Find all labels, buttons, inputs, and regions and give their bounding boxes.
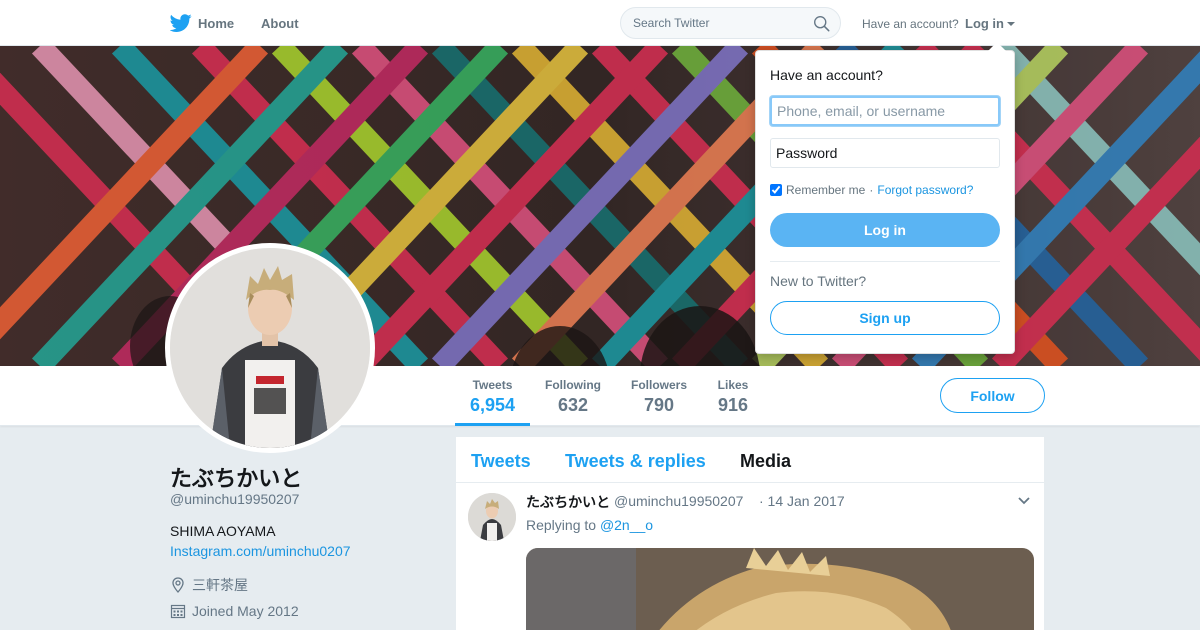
login-button[interactable]: Log in — [770, 213, 1000, 247]
stat-followers-label: Followers — [630, 378, 687, 392]
tweet-media-image[interactable] — [526, 548, 1034, 630]
profile-location-text: 三軒茶屋 — [192, 577, 248, 593]
nav-about-link[interactable]: About — [261, 16, 299, 31]
stat-following[interactable]: Following 632 — [541, 378, 605, 416]
chevron-down-icon — [1007, 21, 1015, 26]
remember-me-row: Remember me · Forgot password? — [770, 183, 973, 197]
password-field[interactable] — [770, 138, 1000, 168]
search-box — [620, 7, 841, 39]
stat-likes-label: Likes — [717, 378, 749, 392]
tab-tweets[interactable]: Tweets — [471, 451, 531, 472]
remember-me-checkbox[interactable] — [770, 184, 782, 196]
stat-following-label: Following — [545, 378, 601, 392]
stat-likes[interactable]: Likes 916 — [713, 378, 753, 416]
follow-button[interactable]: Follow — [940, 378, 1045, 413]
tweet-author-handle[interactable]: @uminchu19950207 — [614, 493, 743, 509]
stat-tweets-value: 6,954 — [469, 395, 516, 415]
profile-bio: SHIMA AOYAMA — [170, 523, 276, 539]
new-to-twitter-label: New to Twitter? — [770, 273, 867, 289]
stat-tweets[interactable]: Tweets 6,954 — [455, 378, 530, 426]
stat-followers[interactable]: Followers 790 — [627, 378, 691, 416]
profile-handle[interactable]: @uminchu19950207 — [170, 491, 299, 507]
stat-followers-value: 790 — [643, 395, 675, 415]
profile-joined: Joined May 2012 — [170, 603, 299, 619]
stat-likes-value: 916 — [717, 395, 749, 415]
dropdown-arrow — [988, 42, 1006, 51]
remember-me-label[interactable]: Remember me — [786, 183, 865, 197]
tweet-replying-to: Replying to @2n__o — [526, 517, 653, 533]
login-dropdown-title: Have an account? — [770, 67, 883, 83]
login-menu-toggle[interactable]: Log in — [965, 16, 1015, 31]
profile-website-link[interactable]: Instagram.com/uminchu0207 — [170, 543, 351, 559]
location-icon — [172, 577, 184, 593]
login-dropdown: Have an account? Remember me · Forgot pa… — [755, 42, 1015, 354]
replying-to-link[interactable]: @2n__o — [600, 517, 653, 533]
twitter-bird-icon — [170, 14, 192, 32]
tab-tweets-and-replies[interactable]: Tweets & replies — [565, 451, 706, 472]
timeline: Tweets Tweets & replies Media たぶちかいと @um… — [456, 437, 1044, 630]
chevron-down-icon[interactable] — [1017, 496, 1031, 506]
tweet-author-name[interactable]: たぶちかいと — [526, 492, 610, 512]
profile-location: 三軒茶屋 — [170, 575, 248, 595]
calendar-icon — [170, 604, 186, 619]
tweet-author-avatar[interactable] — [468, 493, 516, 541]
profile-name: たぶちかいと — [170, 467, 303, 492]
nav-home-label: Home — [198, 15, 235, 31]
stat-following-value: 632 — [557, 395, 589, 415]
replying-prefix: Replying to — [526, 517, 597, 533]
timeline-tabs: Tweets Tweets & replies Media — [456, 437, 1044, 483]
stat-tweets-label: Tweets — [472, 378, 513, 392]
search-icon[interactable] — [813, 15, 830, 32]
username-field[interactable] — [770, 96, 1000, 126]
signup-button[interactable]: Sign up — [770, 301, 1000, 335]
have-account-label: Have an account? — [862, 17, 959, 31]
search-input[interactable] — [633, 16, 803, 30]
dropdown-divider — [770, 261, 1000, 262]
tab-media[interactable]: Media — [740, 451, 791, 472]
forgot-password-link[interactable]: Forgot password? — [877, 183, 973, 197]
login-menu-label: Log in — [965, 16, 1004, 31]
top-nav-bar: Home About Have an account? Log in — [0, 0, 1200, 46]
nav-home-link[interactable]: Home — [170, 12, 234, 34]
tweet-timestamp[interactable]: · 14 Jan 2017 — [759, 493, 845, 509]
profile-avatar[interactable] — [165, 243, 375, 453]
remember-forgot-separator: · — [869, 183, 874, 197]
profile-joined-text: Joined May 2012 — [192, 603, 299, 619]
